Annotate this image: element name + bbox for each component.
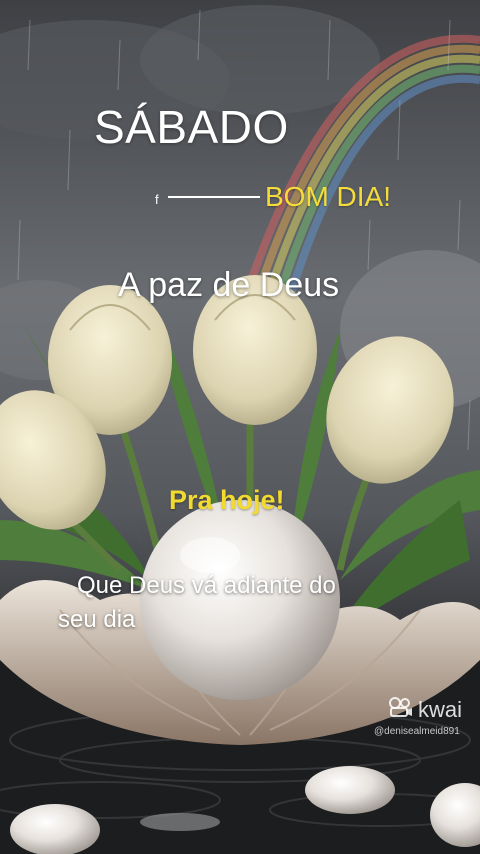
kwai-brand: kwai [418, 696, 463, 722]
message-line-2: seu dia [58, 606, 136, 633]
bom-dia-text: BOM DIA! [265, 181, 392, 212]
creator-handle: @denisealmeid891 [374, 726, 460, 737]
sticker-mark: f [155, 192, 159, 207]
subtitle-text: Pra hoje! [169, 485, 285, 515]
message-line-1: Que Deus vá adiante do [77, 572, 336, 599]
blessing-title: A paz de Deus [118, 266, 340, 304]
kwai-logo-icon [388, 696, 414, 723]
kwai-watermark: kwai [388, 696, 462, 723]
day-title: SÁBADO [94, 101, 289, 153]
dash-line [168, 196, 260, 198]
